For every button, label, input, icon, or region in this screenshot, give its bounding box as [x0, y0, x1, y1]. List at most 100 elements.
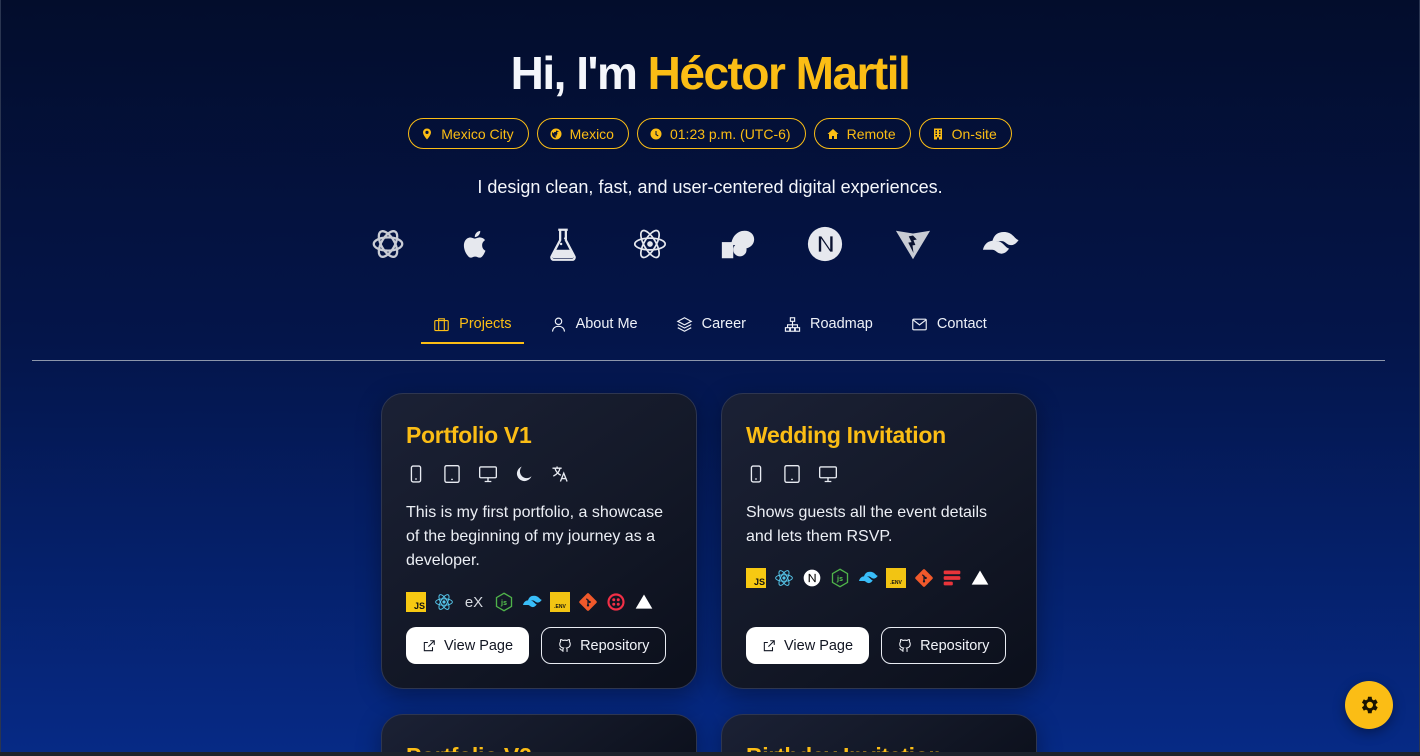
dotenv-icon: .ENV [886, 568, 906, 588]
project-features [406, 463, 672, 485]
chip-label: On-site [951, 125, 997, 142]
tech-icons-row [368, 224, 1020, 264]
tab-label: Career [701, 316, 746, 332]
flask-icon [543, 224, 583, 264]
projects-grid: Portfolio V1 This is my first portfolio,… [381, 393, 1037, 756]
dotenv-icon: .ENV [550, 592, 570, 612]
tailwind-icon [858, 568, 878, 588]
user-icon [551, 317, 565, 332]
home-icon [827, 128, 839, 139]
project-title: Portfolio V1 [406, 422, 532, 448]
settings-button[interactable] [1345, 681, 1393, 729]
express-icon: eX [464, 593, 484, 611]
tailwind-icon [522, 592, 542, 612]
tab-contact[interactable]: Contact [899, 306, 999, 344]
view-page-button[interactable]: View Page [746, 627, 870, 664]
github-icon [559, 638, 571, 652]
project-title: Wedding Invitation [746, 422, 946, 448]
building-icon [933, 128, 942, 139]
mail-icon [912, 318, 927, 330]
chip-onsite: On-site [918, 118, 1012, 149]
layers-icon [676, 316, 693, 332]
monitor-icon [479, 466, 497, 483]
tab-roadmap[interactable]: Roadmap [772, 306, 885, 344]
project-card-portfolio-v2: Portfolio V2 [381, 714, 697, 756]
svg-text:js: js [500, 599, 507, 607]
hero-title: Hi, I'm Héctor Martil [0, 46, 1420, 100]
section-tabs: Projects About Me Career Roadmap Contact [0, 306, 1420, 344]
chip-location: Mexico City [408, 118, 529, 149]
vercel-icon [970, 568, 990, 588]
nextjs-icon [805, 224, 845, 264]
git-icon [578, 592, 598, 612]
chip-label: 01:23 p.m. (UTC-6) [669, 125, 791, 142]
apple-icon [455, 224, 495, 264]
openai-icon [368, 224, 408, 264]
project-tech-stack: JS eX js .ENV [406, 591, 672, 613]
button-label: View Page [784, 637, 854, 654]
tab-career[interactable]: Career [664, 306, 758, 344]
monitor-icon [819, 466, 837, 483]
repository-button[interactable]: Repository [541, 627, 667, 664]
section-divider [32, 360, 1385, 361]
window-bottom-edge [0, 752, 1420, 756]
stack-icon [942, 568, 962, 588]
project-tech-stack: JS js .ENV [746, 567, 1012, 589]
nodejs-icon: js [494, 592, 514, 612]
chip-label: Mexico City [441, 125, 514, 142]
vite-icon [893, 224, 933, 264]
nodejs-icon: js [830, 568, 850, 588]
map-pin-icon [423, 128, 432, 139]
react-icon [434, 592, 454, 612]
chip-label: Mexico [569, 125, 614, 142]
project-actions: View Page Repository [746, 627, 1007, 664]
project-features [746, 463, 1012, 485]
nextjs-icon [802, 568, 822, 588]
figma-like-icon [718, 224, 758, 264]
hero-greeting: Hi, I'm [510, 47, 648, 99]
external-link-icon [423, 639, 435, 651]
project-description: Shows guests all the event details and l… [746, 504, 988, 545]
chip-country: Mexico [536, 118, 629, 149]
gear-icon [1361, 696, 1378, 714]
view-page-button[interactable]: View Page [406, 627, 530, 664]
project-actions: View Page Repository [406, 627, 667, 664]
briefcase-icon [434, 317, 449, 331]
sitemap-icon [784, 316, 801, 332]
info-chips: Mexico City Mexico 01:23 p.m. (UTC-6) Re… [0, 118, 1420, 149]
clock-icon [650, 128, 662, 139]
repository-button[interactable]: Repository [881, 627, 1007, 664]
smartphone-icon [750, 465, 762, 483]
chip-remote: Remote [813, 118, 911, 149]
javascript-icon: JS [746, 568, 766, 588]
project-card-portfolio-v1: Portfolio V1 This is my first portfolio,… [381, 393, 697, 689]
button-label: Repository [580, 637, 650, 654]
tab-projects[interactable]: Projects [421, 306, 524, 344]
moon-icon [516, 466, 532, 482]
tablet-icon [784, 465, 800, 483]
tab-label: Projects [459, 316, 512, 332]
globe-icon [550, 128, 562, 139]
hero-tagline: I design clean, fast, and user-centered … [477, 177, 943, 197]
tablet-icon [444, 465, 460, 483]
tab-about-me[interactable]: About Me [538, 306, 650, 344]
button-label: View Page [444, 637, 514, 654]
external-link-icon [763, 639, 775, 651]
git-icon [914, 568, 934, 588]
chip-label: Remote [846, 125, 896, 142]
tailwind-icon [980, 224, 1020, 264]
svg-text:js: js [836, 575, 843, 583]
project-description: This is my first portfolio, a showcase o… [406, 504, 663, 569]
github-icon [899, 638, 911, 652]
react-icon [630, 224, 670, 264]
tab-label: About Me [575, 316, 638, 332]
chip-time: 01:23 p.m. (UTC-6) [636, 118, 806, 149]
smartphone-icon [410, 465, 422, 483]
tab-label: Contact [936, 316, 987, 332]
translate-icon [552, 466, 568, 482]
project-card-birthday-invitation: Birthday Invitation [721, 714, 1037, 756]
button-label: Repository [920, 637, 990, 654]
project-card-wedding-invitation: Wedding Invitation Shows guests all the … [721, 393, 1037, 689]
hero-name: Héctor Martil [647, 47, 911, 99]
javascript-icon: JS [406, 592, 426, 612]
